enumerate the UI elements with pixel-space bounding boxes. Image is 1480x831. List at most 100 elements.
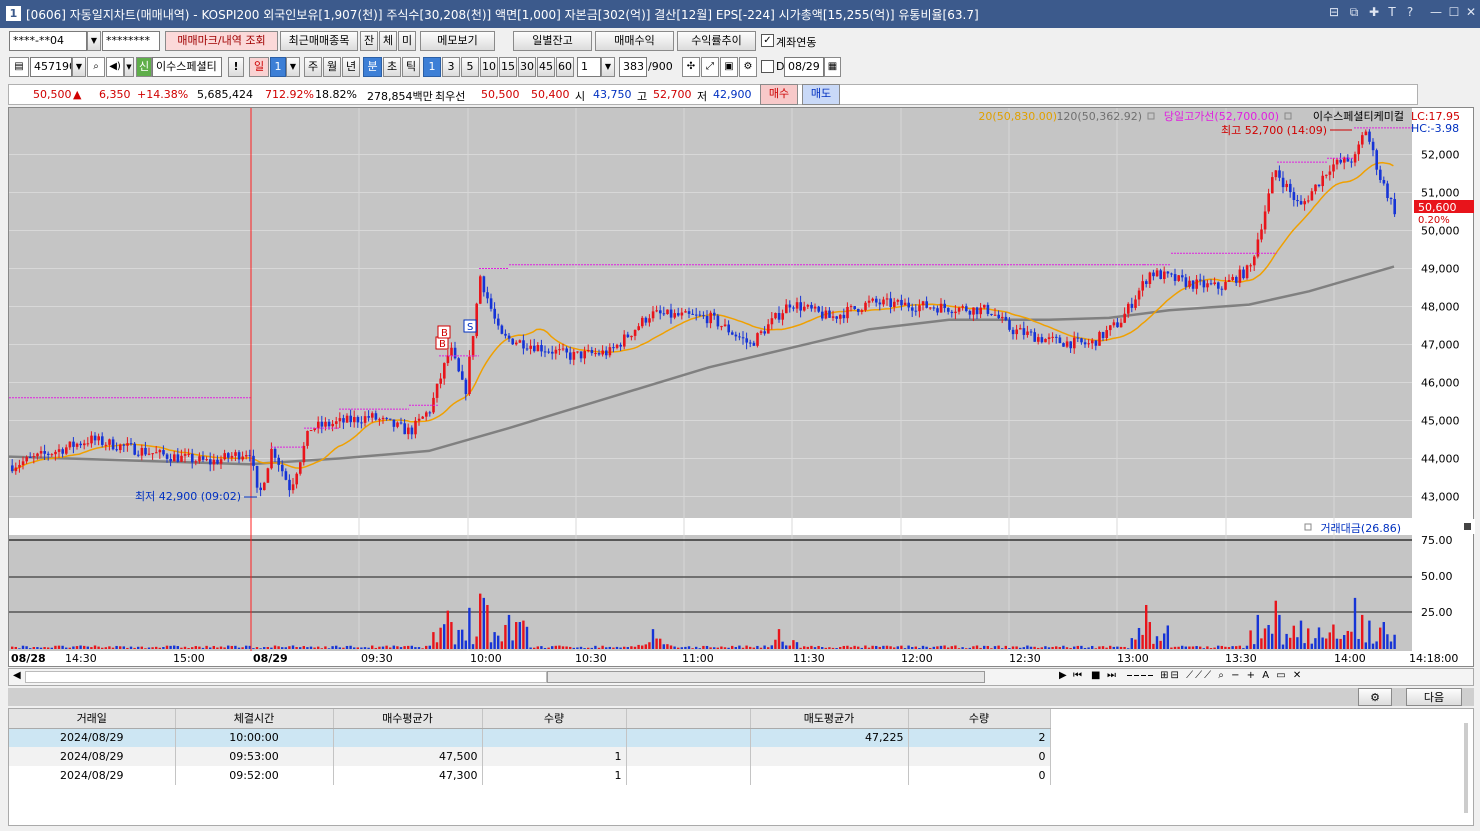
- table-row[interactable]: 2024/08/29 09:53:00 47,500 1 0: [9, 747, 1051, 766]
- interval-45-button[interactable]: 45: [537, 57, 555, 77]
- volume-bar: [133, 647, 136, 649]
- account-select[interactable]: ****-**04: [9, 31, 87, 51]
- interval-count-dropdown-icon[interactable]: ▼: [601, 57, 615, 77]
- execution-button[interactable]: 체: [379, 31, 397, 51]
- next-button[interactable]: 다음: [1406, 688, 1462, 706]
- gear-icon[interactable]: ⚙: [739, 57, 757, 77]
- period-day-button[interactable]: 일: [249, 57, 269, 77]
- candle-body: [83, 443, 86, 446]
- sell-button[interactable]: 매도: [802, 84, 840, 105]
- period-minute-button[interactable]: 분: [363, 57, 382, 77]
- volume-bar: [641, 645, 644, 649]
- account-dropdown-icon[interactable]: ▼: [87, 31, 101, 51]
- candle-body: [374, 413, 378, 420]
- period-second-button[interactable]: 초: [383, 57, 401, 77]
- candle-body: [1134, 299, 1137, 308]
- trade-profit-button[interactable]: 매매수익: [595, 31, 674, 51]
- col-trade-date[interactable]: 거래일: [9, 709, 176, 729]
- daily-balance-button[interactable]: 일별잔고: [513, 31, 592, 51]
- forward-icon[interactable]: ⏭: [1107, 670, 1116, 681]
- volume-bar: [1238, 645, 1241, 649]
- balance-button[interactable]: 잔: [360, 31, 378, 51]
- period-week-button[interactable]: 주: [304, 57, 322, 77]
- memo-button[interactable]: 메모보기: [420, 31, 495, 51]
- profit-trend-button[interactable]: 수익률추이: [677, 31, 756, 51]
- volume-bar: [14, 646, 17, 649]
- period-year-button[interactable]: 년: [342, 57, 360, 77]
- period-tick-button[interactable]: 틱: [402, 57, 420, 77]
- interval-5-button[interactable]: 5: [461, 57, 479, 77]
- dock-icon[interactable]: ⊟: [1326, 5, 1342, 19]
- table-row[interactable]: 2024/08/29 10:00:00 47,225 2: [9, 728, 1051, 747]
- chart-type-icon[interactable]: ▤: [9, 57, 29, 77]
- date-checkbox[interactable]: [761, 60, 774, 73]
- code-dropdown-icon[interactable]: ▼: [72, 57, 86, 77]
- col-sell-qty[interactable]: 수량: [908, 709, 1051, 729]
- calendar-icon[interactable]: ▦: [824, 57, 841, 77]
- speaker-dropdown-icon[interactable]: ▼: [124, 57, 134, 77]
- day-count-field[interactable]: 1: [270, 57, 286, 77]
- mark-query-button[interactable]: 매매마크/내역 조회: [165, 31, 278, 51]
- settings-gear-icon[interactable]: ⚙: [1358, 688, 1392, 706]
- date-input[interactable]: 08/29: [784, 57, 824, 77]
- chart-scrollbar[interactable]: ◀ ▶ ⏮ ■ ⏭ ⎯⎯⎯⎯ ⊞⊟ ⟋⟋⟋ ⌕ − + A ▭ ✕: [8, 668, 1474, 686]
- scroll-left-icon[interactable]: ◀: [13, 670, 21, 681]
- draw-line-icon[interactable]: ⤢: [701, 57, 719, 77]
- scroll-thumb[interactable]: [547, 671, 985, 683]
- candle-body: [119, 444, 122, 451]
- volume-bar: [1364, 642, 1367, 649]
- maximize-icon[interactable]: ☐: [1446, 5, 1462, 19]
- table-scrollbar[interactable]: [1464, 723, 1468, 813]
- candle-body: [1364, 131, 1368, 136]
- draw-tools-icon[interactable]: ⎯⎯⎯⎯ ⊞⊟ ⟋⟋⟋ ⌕ − + A ▭ ✕: [1127, 670, 1303, 681]
- save-icon[interactable]: ▣: [720, 57, 738, 77]
- stop-icon[interactable]: ■: [1091, 670, 1100, 681]
- buy-button[interactable]: 매수: [760, 84, 798, 105]
- search-icon[interactable]: ⌕: [87, 57, 105, 77]
- candle-body: [158, 450, 162, 453]
- scroll-right-icon[interactable]: ▶: [1059, 670, 1067, 681]
- password-field[interactable]: ********: [102, 31, 160, 51]
- rewind-icon[interactable]: ⏮: [1073, 670, 1082, 681]
- interval-10-button[interactable]: 10: [480, 57, 498, 77]
- candle-body: [68, 441, 72, 448]
- col-buy-qty[interactable]: 수량: [482, 709, 627, 729]
- volume-bar: [788, 645, 791, 649]
- day-count-dropdown-icon[interactable]: ▼: [286, 57, 300, 77]
- copy-icon[interactable]: ⧉: [1346, 5, 1362, 20]
- unfilled-button[interactable]: 미: [398, 31, 416, 51]
- speaker-icon[interactable]: ◀): [106, 57, 124, 77]
- close-icon[interactable]: ✕: [1463, 5, 1479, 19]
- font-icon[interactable]: T: [1384, 5, 1400, 19]
- volume-bar: [727, 647, 730, 649]
- minimize-icon[interactable]: —: [1428, 5, 1444, 19]
- interval-60-button[interactable]: 60: [556, 57, 574, 77]
- scroll-track[interactable]: [25, 671, 547, 683]
- interval-3-button[interactable]: 3: [442, 57, 460, 77]
- price-chart[interactable]: 52,000 51,000 50,000 49,000 48,000 47,000 46,0…: [8, 108, 1475, 668]
- help-icon[interactable]: ?: [1402, 5, 1418, 19]
- interval-1-button[interactable]: 1: [423, 57, 441, 77]
- stock-name-field[interactable]: 이수스페셜티: [152, 57, 222, 77]
- candle-body: [367, 416, 370, 418]
- interval-15-button[interactable]: 15: [499, 57, 517, 77]
- col-exec-time[interactable]: 체결시간: [175, 709, 334, 729]
- pin-icon[interactable]: ✚: [1366, 5, 1382, 19]
- bar-count-input[interactable]: 383: [619, 57, 647, 77]
- col-buy-avg[interactable]: 매수평균가: [333, 709, 483, 729]
- account-link-checkbox[interactable]: ✓: [761, 34, 774, 47]
- chart-area[interactable]: 52,000 51,000 50,000 49,000 48,000 47,000 46,0…: [8, 107, 1475, 668]
- interval-30-button[interactable]: 30: [518, 57, 536, 77]
- volume-bar: [1177, 646, 1180, 649]
- volume-bar: [655, 638, 658, 649]
- stock-code-input[interactable]: 457190: [30, 57, 72, 77]
- interval-count-field[interactable]: 1: [577, 57, 601, 77]
- col-sell-avg[interactable]: 매도평균가: [750, 709, 909, 729]
- period-month-button[interactable]: 월: [323, 57, 341, 77]
- candle-body: [1350, 161, 1353, 163]
- table-row[interactable]: 2024/08/29 09:52:00 47,300 1 0: [9, 766, 1051, 785]
- crosshair-icon[interactable]: ✣: [682, 57, 700, 77]
- recent-trades-button[interactable]: 최근매매종목: [280, 31, 358, 51]
- volume-bar: [1116, 646, 1119, 649]
- alert-button[interactable]: !: [228, 57, 244, 77]
